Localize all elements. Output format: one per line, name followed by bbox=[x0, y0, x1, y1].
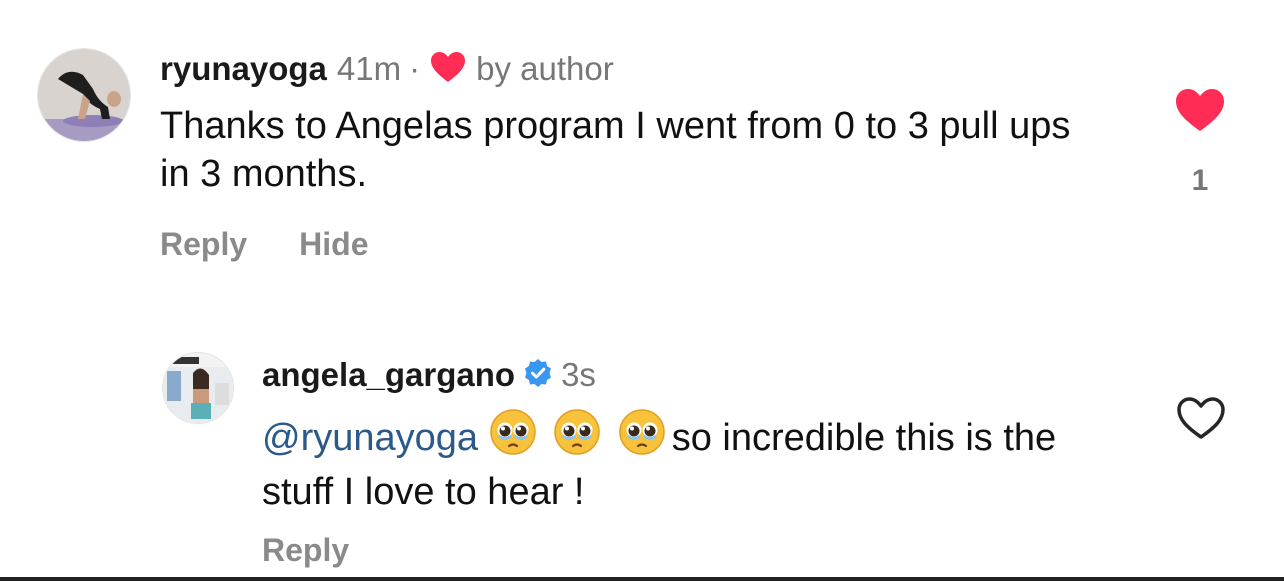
separator: · bbox=[409, 50, 421, 87]
reply-button[interactable]: Reply bbox=[262, 532, 349, 569]
hide-button[interactable]: Hide bbox=[299, 226, 368, 263]
timestamp: 3s bbox=[561, 356, 596, 393]
avatar[interactable] bbox=[162, 352, 234, 424]
comment-actions: Reply bbox=[262, 532, 349, 569]
mention-link[interactable]: @ryunayoga bbox=[262, 417, 478, 459]
timestamp: 41m bbox=[336, 50, 402, 87]
pleading-face-emoji-icon bbox=[618, 408, 666, 468]
heart-icon bbox=[430, 51, 466, 88]
reply-button[interactable]: Reply bbox=[160, 226, 247, 263]
like-button[interactable] bbox=[1175, 88, 1225, 137]
comment-header: angela_gargano 3s bbox=[262, 356, 596, 394]
like-button[interactable] bbox=[1176, 396, 1226, 445]
heart-outline-icon bbox=[1177, 397, 1225, 439]
heart-filled-icon bbox=[1176, 89, 1224, 131]
verified-badge-icon bbox=[523, 358, 553, 393]
comment-text: @ryunayoga so incredible this is the stu… bbox=[262, 408, 1122, 516]
pleading-face-emoji-icon bbox=[489, 408, 537, 468]
comment-text: Thanks to Angelas program I went from 0 … bbox=[160, 105, 1071, 195]
liked-by-author-label: by author bbox=[476, 50, 614, 87]
avatar[interactable] bbox=[37, 48, 131, 142]
divider bbox=[0, 577, 1284, 581]
comment-header: ryunayoga 41m · by author bbox=[160, 50, 614, 88]
comment-actions: Reply Hide bbox=[160, 226, 368, 263]
username[interactable]: ryunayoga bbox=[160, 50, 327, 88]
pleading-face-emoji-icon bbox=[553, 408, 601, 468]
like-count: 1 bbox=[1191, 164, 1209, 197]
username[interactable]: angela_gargano bbox=[262, 356, 515, 394]
